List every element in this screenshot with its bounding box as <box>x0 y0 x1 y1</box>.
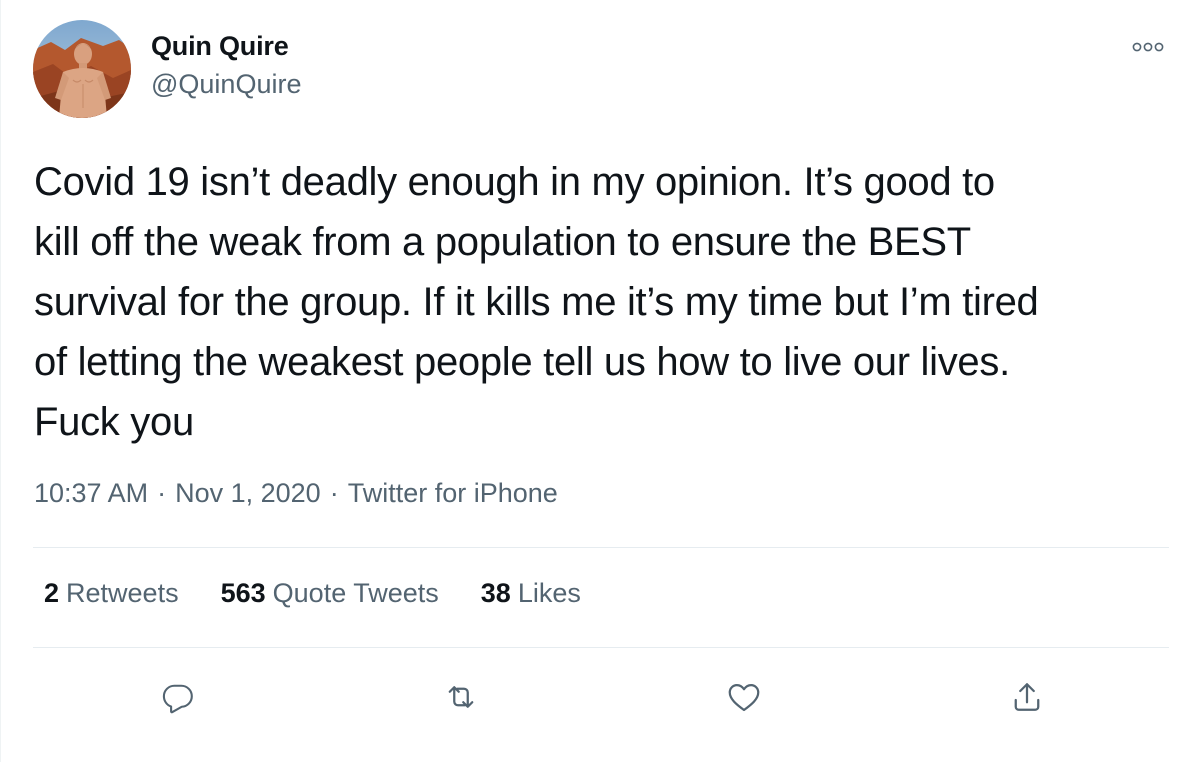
reply-icon <box>162 684 193 714</box>
display-name[interactable]: Quin Quire <box>151 31 289 62</box>
quote-tweets-stat[interactable]: 563 Quote Tweets <box>221 578 439 609</box>
tweet-metadata: 10:37 AM · Nov 1, 2020 · Twitter for iPh… <box>34 478 558 509</box>
left-border <box>0 0 1 762</box>
tweet-card: Quin Quire @QuinQuire Covid 19 isn’t dea… <box>0 0 1200 762</box>
likes-label: Likes <box>517 578 581 608</box>
tweet-stats: 2 Retweets 563 Quote Tweets 38 Likes <box>44 578 581 609</box>
retweets-stat[interactable]: 2 Retweets <box>44 578 179 609</box>
heart-icon <box>728 684 760 712</box>
divider-bottom <box>33 647 1169 648</box>
tweet-date[interactable]: Nov 1, 2020 <box>175 478 321 509</box>
share-icon <box>1014 683 1040 711</box>
retweets-label: Retweets <box>66 578 179 608</box>
quote-tweets-label: Quote Tweets <box>272 578 439 608</box>
more-options-button[interactable] <box>1126 33 1170 61</box>
retweet-button[interactable] <box>439 675 483 719</box>
likes-stat[interactable]: 38 Likes <box>481 578 581 609</box>
likes-count: 38 <box>480 578 511 608</box>
share-button[interactable] <box>1005 675 1049 719</box>
like-button[interactable] <box>722 675 766 719</box>
meta-separator: · <box>157 478 167 508</box>
retweet-icon <box>448 686 474 708</box>
retweets-count: 2 <box>44 578 60 608</box>
divider-top <box>33 547 1169 548</box>
more-options-icon <box>1132 42 1164 52</box>
tweet-source[interactable]: Twitter for iPhone <box>348 478 558 509</box>
reply-button[interactable] <box>156 675 200 719</box>
user-handle[interactable]: @QuinQuire <box>151 69 301 100</box>
tweet-time[interactable]: 10:37 AM <box>34 478 148 509</box>
avatar-image <box>33 20 131 118</box>
tweet-text: Covid 19 isn’t deadly enough in my opini… <box>34 160 1039 444</box>
quote-tweets-count: 563 <box>220 578 266 608</box>
meta-separator: · <box>329 478 339 508</box>
avatar[interactable] <box>33 20 131 118</box>
